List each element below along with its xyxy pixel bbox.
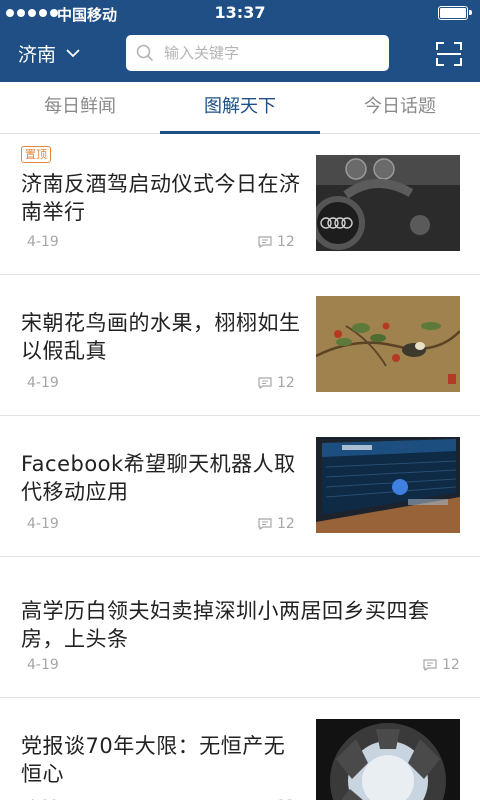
- status-bar: 中国移动 13:37: [0, 0, 480, 26]
- tab-today-topic[interactable]: 今日话题: [320, 82, 480, 133]
- chevron-down-icon: [66, 49, 80, 58]
- list-item[interactable]: 党报谈70年大限：无恒产无恒心 4-19 12: [0, 698, 480, 800]
- list-item[interactable]: 高学历白领夫妇卖掉深圳小两居回乡买四套房，上头条 4-19 12: [0, 557, 480, 698]
- list-item[interactable]: 置顶 济南反酒驾启动仪式今日在济南举行 4-19 12: [0, 134, 480, 275]
- comment-icon: [258, 518, 272, 530]
- article-date: 4-19: [27, 234, 59, 250]
- article-title[interactable]: 高学历白领夫妇卖掉深圳小两居回乡买四套房，上头条: [21, 597, 461, 653]
- list-item[interactable]: 宋朝花鸟画的水果，栩栩如生以假乱真 4-19 12: [0, 275, 480, 416]
- bird-flower-painting-thumbnail[interactable]: [316, 296, 460, 392]
- search-icon: [136, 44, 154, 62]
- comment-count: 12: [258, 234, 295, 250]
- search-box[interactable]: [126, 35, 389, 71]
- article-date: 4-19: [27, 516, 59, 532]
- status-time: 13:37: [214, 3, 266, 22]
- news-feed: 置顶 济南反酒驾启动仪式今日在济南举行 4-19 12 宋朝花鸟画的水果，栩栩如…: [0, 134, 480, 800]
- buildings-fisheye-thumbnail[interactable]: [316, 719, 460, 800]
- category-tabs: 每日鲜闻 图解天下 今日话题: [0, 82, 480, 134]
- city-label: 济南: [18, 44, 57, 66]
- pinned-badge: 置顶: [21, 146, 51, 163]
- comment-icon: [258, 236, 272, 248]
- comment-count: 12: [258, 375, 295, 391]
- comment-icon: [423, 659, 437, 671]
- car-steering-wheel-thumbnail[interactable]: [316, 155, 460, 251]
- article-title[interactable]: 宋朝花鸟画的水果，栩栩如生以假乱真: [21, 309, 303, 365]
- city-selector[interactable]: 济南: [18, 40, 80, 67]
- comment-count-value: 12: [277, 516, 295, 532]
- tab-illustrated[interactable]: 图解天下: [160, 82, 320, 134]
- comment-count-value: 12: [277, 375, 295, 391]
- list-item[interactable]: Facebook希望聊天机器人取代移动应用 4-19 12: [0, 416, 480, 557]
- comment-count-value: 12: [442, 657, 460, 673]
- comment-count: 12: [258, 516, 295, 532]
- comment-count-value: 12: [277, 234, 295, 250]
- battery-icon: [438, 6, 472, 20]
- comment-count: 12: [423, 657, 460, 673]
- tab-daily-news[interactable]: 每日鲜闻: [0, 82, 160, 133]
- scan-icon[interactable]: [436, 42, 462, 66]
- comment-icon: [258, 377, 272, 389]
- article-title[interactable]: Facebook希望聊天机器人取代移动应用: [21, 450, 303, 506]
- phone-screen-thumbnail[interactable]: [316, 437, 460, 533]
- article-date: 4-19: [27, 657, 59, 673]
- article-date: 4-19: [27, 375, 59, 391]
- nav-bar: 济南: [0, 26, 480, 82]
- app-header: 中国移动 13:37 济南: [0, 0, 480, 82]
- article-title[interactable]: 济南反酒驾启动仪式今日在济南举行: [21, 170, 303, 226]
- search-input[interactable]: [164, 44, 364, 62]
- article-title[interactable]: 党报谈70年大限：无恒产无恒心: [21, 732, 303, 788]
